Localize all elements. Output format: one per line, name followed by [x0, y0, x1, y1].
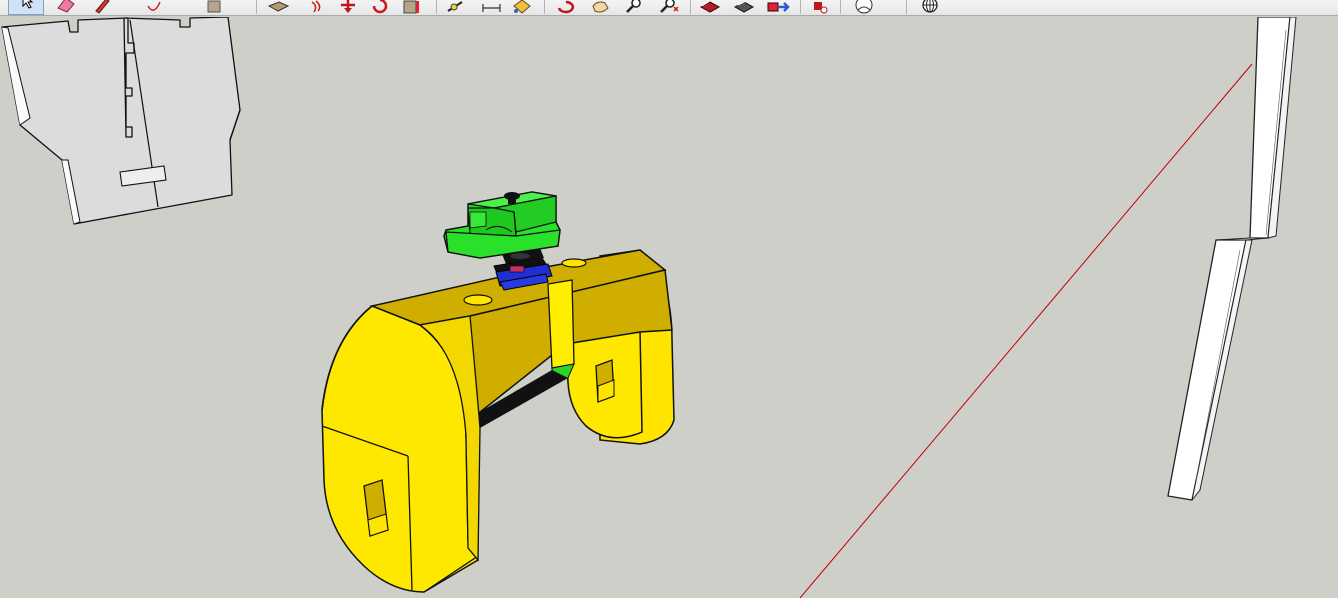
get-models-icon: [767, 2, 790, 12]
mount-hole: [463, 294, 493, 306]
main-toolbar: [0, 0, 1338, 16]
select-tool-button[interactable]: [8, 0, 44, 15]
scale-icon: [403, 0, 419, 14]
offset-tool-button[interactable]: [302, 0, 330, 15]
globe-icon: [922, 0, 938, 13]
arc-tool-button[interactable]: [140, 0, 168, 15]
geo-location-button[interactable]: [916, 0, 944, 15]
zoom-icon: [626, 0, 641, 13]
tape-measure-icon: [447, 1, 463, 12]
mount-hole: [561, 258, 587, 268]
share-model-button[interactable]: [730, 0, 758, 15]
pencil-tool-button[interactable]: [88, 0, 116, 15]
move-tool-button[interactable]: [334, 0, 362, 15]
3d-viewport[interactable]: [0, 17, 1338, 598]
extension-warehouse-icon: [814, 2, 828, 14]
arrow-select-icon: [22, 0, 34, 9]
eraser-icon: [57, 0, 75, 13]
toolbar-separator: [800, 0, 801, 14]
zoom-extents-tool-button[interactable]: [654, 0, 682, 15]
rotate-tool-button[interactable]: [366, 0, 394, 15]
get-models-button[interactable]: [764, 0, 792, 15]
toolbar-separator: [840, 0, 841, 14]
eraser-tool-button[interactable]: [52, 0, 80, 15]
share-model-icon: [733, 0, 755, 13]
profile-icon: [855, 0, 873, 14]
rotate-icon: [372, 0, 388, 14]
pencil-line-icon: [95, 0, 110, 14]
offset-icon: [311, 0, 321, 13]
zoom-tool-button[interactable]: [620, 0, 648, 15]
toolbar-separator: [690, 0, 691, 14]
extension-warehouse-button[interactable]: [806, 0, 834, 15]
push-pull-icon: [267, 1, 290, 12]
rectangle-icon: [207, 0, 221, 13]
toolbar-separator: [256, 0, 257, 14]
pan-hand-icon: [592, 1, 609, 13]
pan-tool-button[interactable]: [586, 0, 614, 15]
toolbar-separator: [436, 0, 437, 14]
toolbar-separator: [544, 0, 545, 14]
toolbar-separator: [906, 0, 907, 14]
paint-bucket-tool-button[interactable]: [508, 0, 536, 15]
warehouse-button[interactable]: [696, 0, 724, 15]
tape-measure-tool-button[interactable]: [442, 0, 470, 15]
push-pull-tool-button[interactable]: [264, 0, 292, 15]
dimension-icon: [482, 4, 501, 12]
arc-icon: [147, 1, 161, 11]
profile-button[interactable]: [848, 0, 880, 15]
orbit-tool-button[interactable]: [552, 0, 580, 15]
orbit-icon: [557, 0, 575, 14]
scale-tool-button[interactable]: [400, 0, 428, 15]
paint-bucket-icon: [513, 0, 531, 14]
zoom-extents-icon: [660, 0, 679, 13]
warehouse-icon: [699, 0, 721, 13]
rectangle-tool-button[interactable]: [200, 0, 228, 15]
dimension-tool-button[interactable]: [478, 0, 506, 15]
move-icon: [341, 0, 355, 13]
